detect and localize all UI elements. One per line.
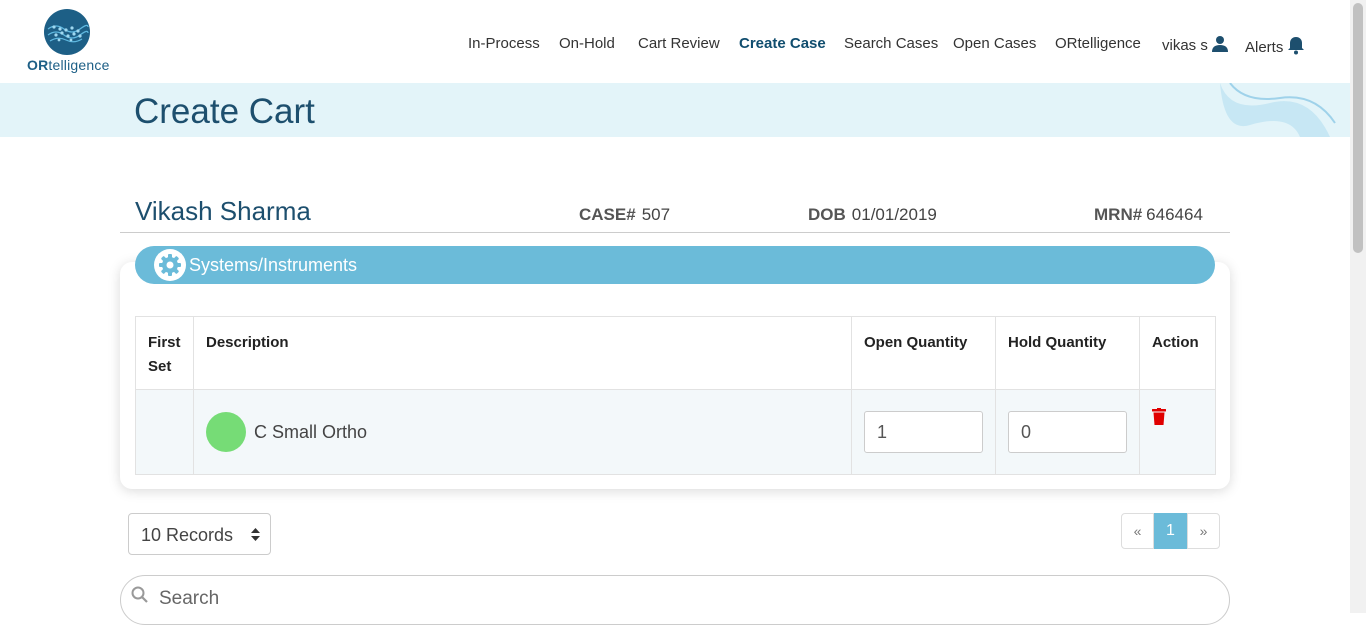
nav-alerts[interactable]: Alerts <box>1245 35 1306 56</box>
section-header: Systems/Instruments <box>135 246 1215 284</box>
cell-action <box>1139 389 1216 475</box>
banner-decoration <box>1220 83 1336 137</box>
status-dot <box>206 412 246 452</box>
patient-divider <box>120 232 1230 233</box>
gear-icon <box>159 254 181 276</box>
logo-emblem <box>44 9 90 55</box>
first-set-line2: Set <box>148 358 172 375</box>
search-input[interactable]: Search <box>120 575 1230 625</box>
dob-value: 01/01/2019 <box>851 205 937 224</box>
instrument-name: C Small Ortho <box>254 421 368 442</box>
gear-icon-wrapper <box>154 249 186 281</box>
user-icon <box>1211 36 1228 52</box>
open-quantity-input[interactable] <box>864 411 983 453</box>
user-name: vikas s <box>1162 37 1208 54</box>
mrn-number: MRN# 646464 <box>1094 205 1203 225</box>
cell-hold-quantity <box>995 389 1140 475</box>
nav-in-process[interactable]: In-Process <box>468 35 540 55</box>
cell-first-set <box>135 389 194 475</box>
patient-name: Vikash Sharma <box>135 196 311 226</box>
hold-quantity-input[interactable] <box>1008 411 1127 453</box>
dob-label: DOB <box>808 205 846 224</box>
first-set-line1: First <box>148 334 181 351</box>
logo-wordmark: ORtelligence <box>27 57 110 73</box>
col-description[interactable]: Description <box>193 316 852 390</box>
alerts-label: Alerts <box>1245 39 1284 56</box>
nav-open-cases[interactable]: Open Cases <box>953 35 1036 55</box>
cell-description: C Small Ortho <box>193 389 852 475</box>
table-header-row: First Set Description Open Quantity Hold … <box>135 316 1216 390</box>
records-per-page-select[interactable]: 10 Records <box>128 513 271 555</box>
page-title: Create Cart <box>134 92 315 131</box>
logo-text-bold: OR <box>27 57 49 73</box>
instruments-table: First Set Description Open Quantity Hold … <box>135 316 1216 475</box>
case-number: CASE# 507 <box>579 205 670 225</box>
search-placeholder: Search <box>159 588 220 609</box>
col-action: Action <box>1139 316 1216 390</box>
logo-text-rest: telligence <box>48 57 110 73</box>
mrn-label: MRN# <box>1094 205 1143 224</box>
col-hold-quantity[interactable]: Hold Quantity <box>995 316 1140 390</box>
bell-icon <box>1288 37 1305 55</box>
search-icon <box>131 586 148 603</box>
nav-search-cases[interactable]: Search Cases <box>844 35 938 55</box>
section-title: Systems/Instruments <box>189 255 358 275</box>
trash-icon[interactable] <box>1152 408 1166 425</box>
page-scrollbar[interactable] <box>1350 0 1366 613</box>
pagination-prev[interactable]: « <box>1121 513 1154 549</box>
col-open-quantity[interactable]: Open Quantity <box>851 316 996 390</box>
date-of-birth: DOB 01/01/2019 <box>808 205 937 225</box>
nav-cart-review[interactable]: Cart Review <box>638 35 720 55</box>
top-navbar: ORtelligence In-Process On-Hold Cart Rev… <box>0 0 1350 83</box>
ortelligence-logo[interactable]: ORtelligence <box>24 8 114 76</box>
col-first-set[interactable]: First Set <box>135 316 194 390</box>
case-label: CASE# <box>579 205 636 224</box>
records-select-value: 10 Records <box>141 525 234 545</box>
cell-open-quantity <box>851 389 996 475</box>
nav-create-case[interactable]: Create Case <box>739 35 826 55</box>
pagination-page-current[interactable]: 1 <box>1154 513 1187 549</box>
case-value: 507 <box>641 205 671 224</box>
select-arrows-icon <box>251 528 260 541</box>
scrollbar-thumb[interactable] <box>1353 3 1363 253</box>
page-banner: Create Cart <box>0 83 1350 137</box>
mrn-value: 646464 <box>1146 205 1203 224</box>
pagination: « 1 » <box>1121 513 1220 551</box>
nav-user-menu[interactable]: vikas s <box>1162 35 1229 55</box>
nav-on-hold[interactable]: On-Hold <box>559 35 615 55</box>
nav-ortelligence[interactable]: ORtelligence <box>1055 35 1141 55</box>
table-row: C Small Ortho <box>135 389 1216 475</box>
pagination-next[interactable]: » <box>1187 513 1220 549</box>
